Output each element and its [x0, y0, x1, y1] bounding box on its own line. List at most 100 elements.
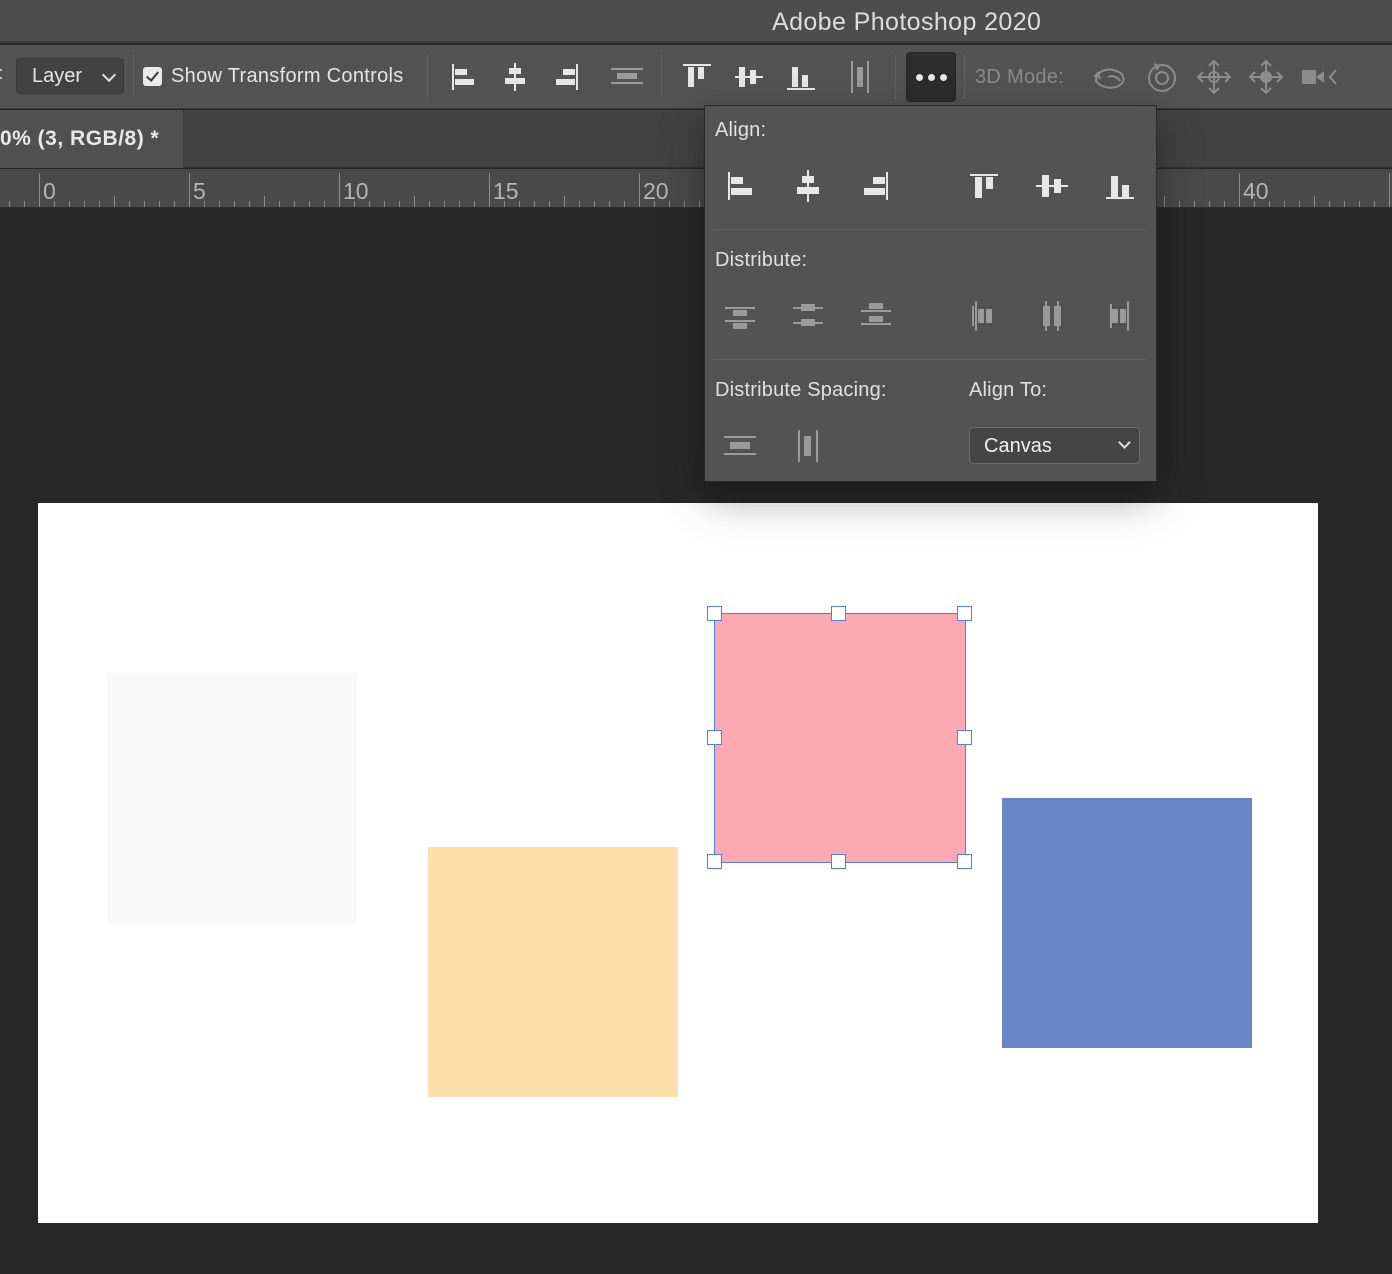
distribute-top-edges-icon[interactable] [718, 294, 762, 338]
horizontal-ruler[interactable]: 0 5 10 15 20 40 [0, 169, 1392, 208]
ruler-minor-tick [69, 201, 70, 207]
align-right-edges-icon[interactable] [547, 57, 587, 97]
align-top-edges-icon[interactable] [677, 57, 717, 97]
ruler-minor-tick [429, 201, 430, 207]
slide-3d-icon[interactable] [1246, 57, 1286, 97]
ruler-minor-tick [549, 201, 550, 207]
orbit-3d-icon[interactable] [1090, 57, 1130, 97]
align-to-dropdown[interactable]: Canvas [969, 427, 1140, 464]
popover-separator [714, 359, 1147, 360]
align-top-edges-icon[interactable] [962, 164, 1006, 208]
ruler-minor-tick [1269, 201, 1270, 207]
app-title: Adobe Photoshop 2020 [772, 8, 1042, 36]
ruler-major-tick [639, 173, 640, 207]
distribute-vertical-spacing-icon[interactable] [718, 424, 762, 468]
distribute-horizontal-centers-icon[interactable] [1030, 294, 1074, 338]
transform-handle-bottom-left[interactable] [707, 854, 722, 869]
ruler-major-tick [189, 173, 190, 207]
align-vertical-centers-icon[interactable] [729, 57, 769, 97]
blue-square-layer[interactable] [1002, 798, 1252, 1048]
ruler-minor-tick [399, 201, 400, 207]
transform-handle-left[interactable] [707, 730, 722, 745]
ruler-label: 5 [193, 178, 206, 204]
align-horizontal-centers-icon[interactable] [786, 164, 830, 208]
ruler-minor-tick [1209, 201, 1210, 207]
align-horizontal-centers-icon[interactable] [495, 57, 535, 97]
document-canvas[interactable] [38, 503, 1318, 1223]
distribute-horizontal-spacing-icon[interactable] [786, 424, 830, 468]
photoshop-window: Adobe Photoshop 2020 Layer Show Transfor… [0, 0, 1392, 1274]
document-tab[interactable]: 0% (3, RGB/8) * [0, 110, 184, 168]
ruler-minor-tick [624, 201, 625, 207]
distribute-vertical-spacing-icon[interactable] [607, 57, 647, 97]
align-to-label: Align To: [969, 379, 1048, 401]
ruler-minor-tick [474, 201, 475, 207]
options-bar: Layer Show Transform Controls 3D Mode: [0, 45, 1392, 109]
align-vertical-centers-icon[interactable] [1030, 164, 1074, 208]
ruler-mid-tick [414, 196, 415, 207]
ruler-label: 15 [493, 178, 519, 204]
align-left-edges-icon[interactable] [718, 164, 762, 208]
gray-square-layer[interactable] [107, 673, 357, 923]
transform-handle-top-left[interactable] [707, 606, 722, 621]
align-left-edges-icon[interactable] [443, 57, 483, 97]
distribute-bottom-edges-icon[interactable] [854, 294, 898, 338]
ruler-minor-tick [384, 201, 385, 207]
ruler-mid-tick [564, 196, 565, 207]
options-separator [427, 55, 428, 99]
drag-3d-icon[interactable] [1194, 57, 1234, 97]
ruler-minor-tick [174, 201, 175, 207]
ruler-minor-tick [1374, 201, 1375, 207]
ruler-minor-tick [579, 201, 580, 207]
transform-handle-bottom[interactable] [831, 854, 846, 869]
align-bottom-edges-icon[interactable] [1098, 164, 1142, 208]
ruler-minor-tick [699, 201, 700, 207]
document-tab-label: 0% (3, RGB/8) * [0, 127, 160, 150]
align-bottom-edges-icon[interactable] [781, 57, 821, 97]
transform-handle-top[interactable] [831, 606, 846, 621]
options-separator [133, 55, 134, 99]
transform-handle-bottom-right[interactable] [957, 854, 972, 869]
distribute-horizontal-spacing-icon[interactable] [841, 57, 881, 97]
distribute-left-edges-icon[interactable] [962, 294, 1006, 338]
transform-handle-right[interactable] [957, 730, 972, 745]
more-options-button[interactable] [906, 52, 956, 102]
peach-square-layer[interactable] [428, 847, 678, 1097]
ruler-major-tick [1239, 173, 1240, 207]
ruler-label: 20 [643, 178, 669, 204]
roll-3d-icon[interactable] [1142, 57, 1182, 97]
auto-select-target-value: Layer [32, 65, 83, 87]
distribute-right-edges-icon[interactable] [1098, 294, 1142, 338]
ruler-minor-tick [159, 201, 160, 207]
ruler-minor-tick [144, 201, 145, 207]
ruler-minor-tick [24, 201, 25, 207]
ruler-minor-tick [249, 201, 250, 207]
transform-handle-top-right[interactable] [957, 606, 972, 621]
ruler-minor-tick [519, 201, 520, 207]
align-right-edges-icon[interactable] [854, 164, 898, 208]
more-options-icon [916, 74, 948, 82]
scale-3d-icon[interactable] [1298, 57, 1338, 97]
ruler-major-tick [1389, 173, 1390, 207]
transform-bounding-box[interactable] [714, 613, 966, 863]
ruler-major-tick [339, 173, 340, 207]
ruler-minor-tick [594, 201, 595, 207]
options-bar-edge [0, 63, 3, 85]
align-distribute-popover: Align: Distribute: Distribute Spacing: A… [704, 105, 1157, 482]
options-separator [895, 55, 896, 99]
show-transform-controls-label[interactable]: Show Transform Controls [171, 65, 404, 88]
auto-select-target-dropdown[interactable]: Layer [16, 58, 124, 94]
ruler-minor-tick [219, 201, 220, 207]
show-transform-controls-checkbox[interactable] [143, 67, 162, 86]
align-to-value: Canvas [984, 435, 1052, 457]
ruler-minor-tick [1299, 201, 1300, 207]
ruler-minor-tick [9, 201, 10, 207]
ruler-label: 40 [1243, 178, 1269, 204]
distribute-spacing-section-label: Distribute Spacing: [715, 379, 887, 401]
ruler-major-tick [489, 173, 490, 207]
ruler-minor-tick [309, 201, 310, 207]
distribute-vertical-centers-icon[interactable] [786, 294, 830, 338]
distribute-section-label: Distribute: [715, 249, 808, 271]
ruler-minor-tick [279, 201, 280, 207]
popover-separator [714, 229, 1147, 230]
